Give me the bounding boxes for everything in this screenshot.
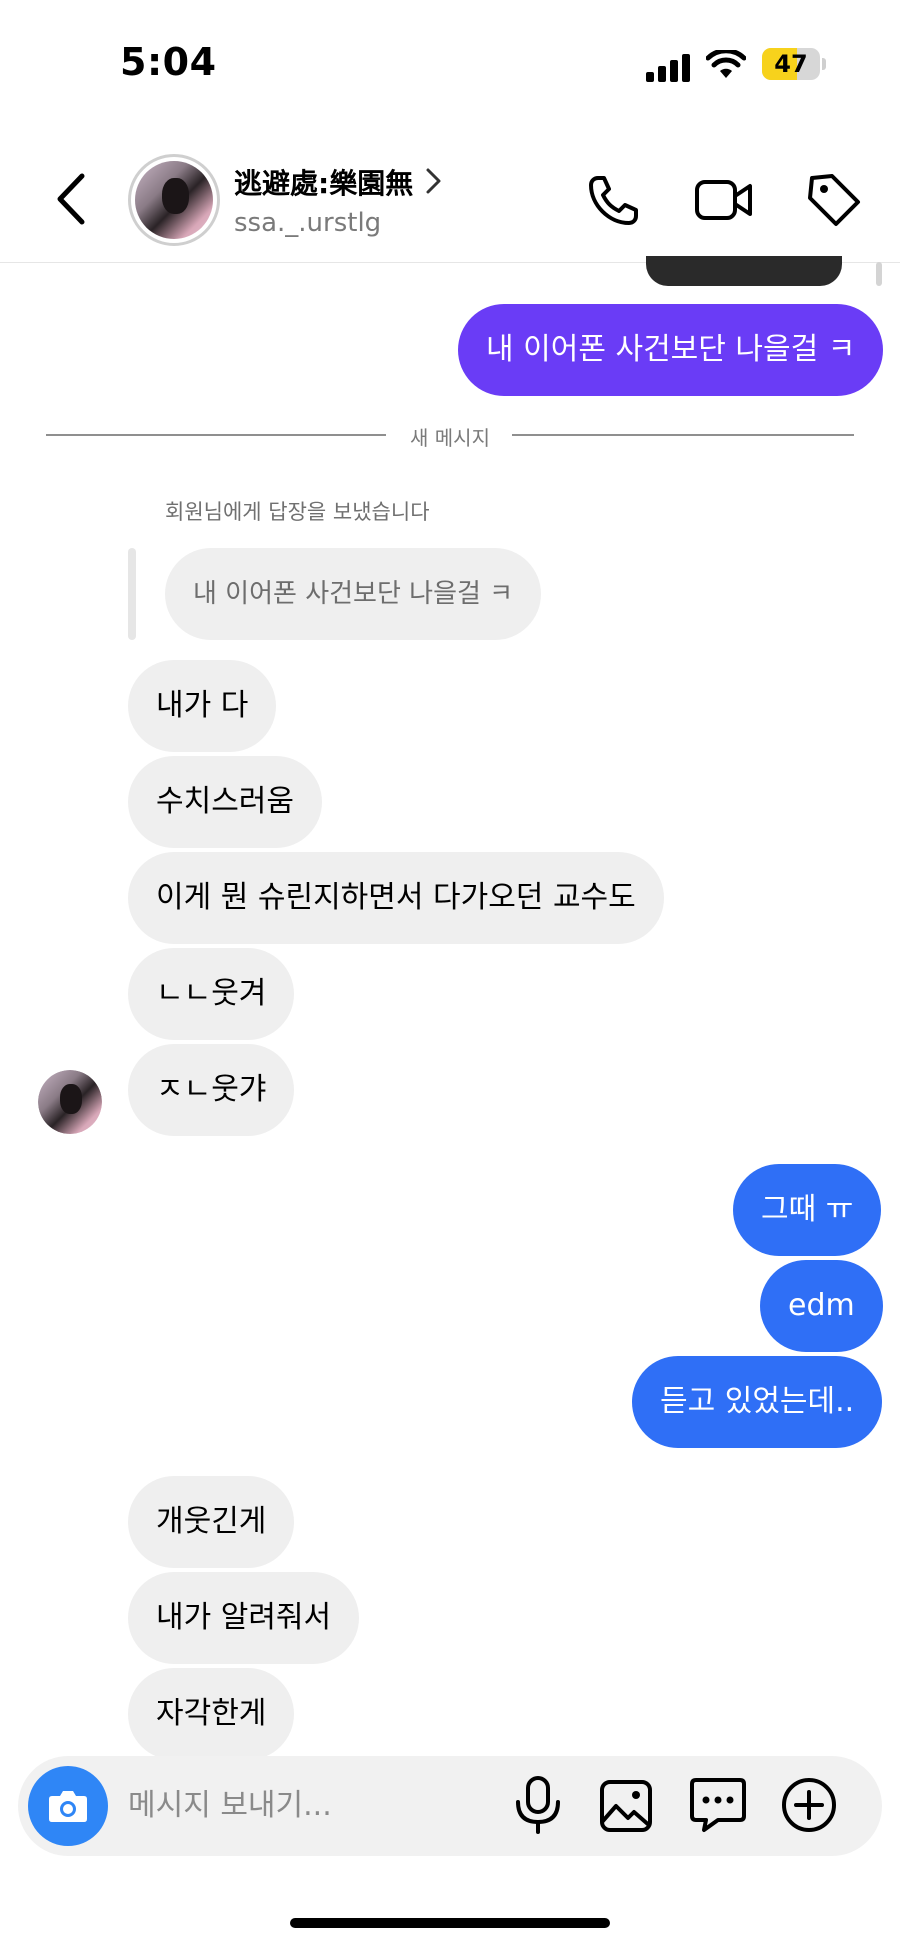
image-icon bbox=[600, 1780, 652, 1832]
more-options-button[interactable] bbox=[780, 1776, 838, 1834]
sent-message[interactable]: edm bbox=[760, 1260, 883, 1352]
phone-icon bbox=[589, 176, 638, 225]
received-message[interactable]: ㅈㄴ웃갸 bbox=[128, 1044, 295, 1136]
tag-icon bbox=[808, 174, 860, 226]
battery-icon: 47 bbox=[762, 48, 820, 80]
chat-title[interactable]: 逃避處:樂園無 bbox=[234, 162, 413, 202]
received-message[interactable]: 개웃긴게 bbox=[128, 1476, 295, 1568]
gallery-button[interactable] bbox=[598, 1778, 654, 1834]
divider-line bbox=[512, 434, 854, 436]
received-message[interactable]: 내가 다 bbox=[128, 660, 277, 752]
audio-call-button[interactable] bbox=[586, 172, 642, 228]
reply-note: 회원님에게 답장을 보냈습니다 bbox=[165, 500, 430, 524]
new-messages-label: 새 메시지 bbox=[410, 426, 490, 450]
scrollbar[interactable] bbox=[876, 262, 882, 286]
signal-icon bbox=[646, 52, 690, 82]
voice-message-button[interactable] bbox=[512, 1774, 564, 1836]
sent-message[interactable]: 그때 ㅠ bbox=[733, 1164, 882, 1256]
tag-button[interactable] bbox=[806, 170, 862, 228]
camera-icon bbox=[49, 1791, 87, 1822]
home-indicator[interactable] bbox=[290, 1918, 610, 1928]
battery-tip bbox=[822, 58, 826, 70]
avatar-photo bbox=[135, 161, 213, 239]
wifi-icon bbox=[706, 50, 746, 80]
video-camera-icon bbox=[695, 180, 752, 220]
battery-level: 47 bbox=[774, 50, 808, 78]
sticker-button[interactable] bbox=[688, 1774, 748, 1836]
partial-media-message[interactable] bbox=[646, 256, 842, 286]
chevron-right-icon[interactable] bbox=[424, 166, 444, 196]
sticker-chat-icon bbox=[690, 1778, 746, 1832]
received-message[interactable]: 수치스러움 bbox=[128, 756, 322, 848]
divider-line bbox=[46, 434, 386, 436]
received-message[interactable]: 내가 알려줘서 bbox=[128, 1572, 360, 1664]
message-input[interactable]: 메시지 보내기... bbox=[128, 1784, 332, 1828]
received-message[interactable]: ㄴㄴ웃겨 bbox=[128, 948, 295, 1040]
reply-quote-bar bbox=[128, 548, 136, 640]
chat-username[interactable]: ssa._.urstlg bbox=[234, 208, 381, 238]
video-call-button[interactable] bbox=[694, 174, 754, 226]
sender-avatar[interactable] bbox=[38, 1070, 102, 1134]
camera-button[interactable] bbox=[28, 1766, 108, 1846]
back-arrow-icon bbox=[57, 173, 85, 225]
received-message[interactable]: 이게 뭔 슈린지하면서 다가오던 교수도 bbox=[128, 852, 664, 944]
microphone-icon bbox=[516, 1776, 560, 1834]
avatar-photo bbox=[38, 1070, 102, 1134]
sent-message[interactable]: 내 이어폰 사건보단 나을걸 ㅋ bbox=[458, 304, 884, 396]
back-button[interactable] bbox=[50, 172, 94, 226]
status-time: 5:04 bbox=[120, 40, 217, 84]
quoted-message[interactable]: 내 이어폰 사건보단 나을걸 ㅋ bbox=[165, 548, 542, 640]
sent-message[interactable]: 듣고 있었는데.. bbox=[632, 1356, 883, 1448]
received-message[interactable]: 자각한게 bbox=[128, 1668, 295, 1760]
plus-circle-icon bbox=[782, 1778, 836, 1832]
profile-avatar[interactable] bbox=[128, 154, 220, 246]
